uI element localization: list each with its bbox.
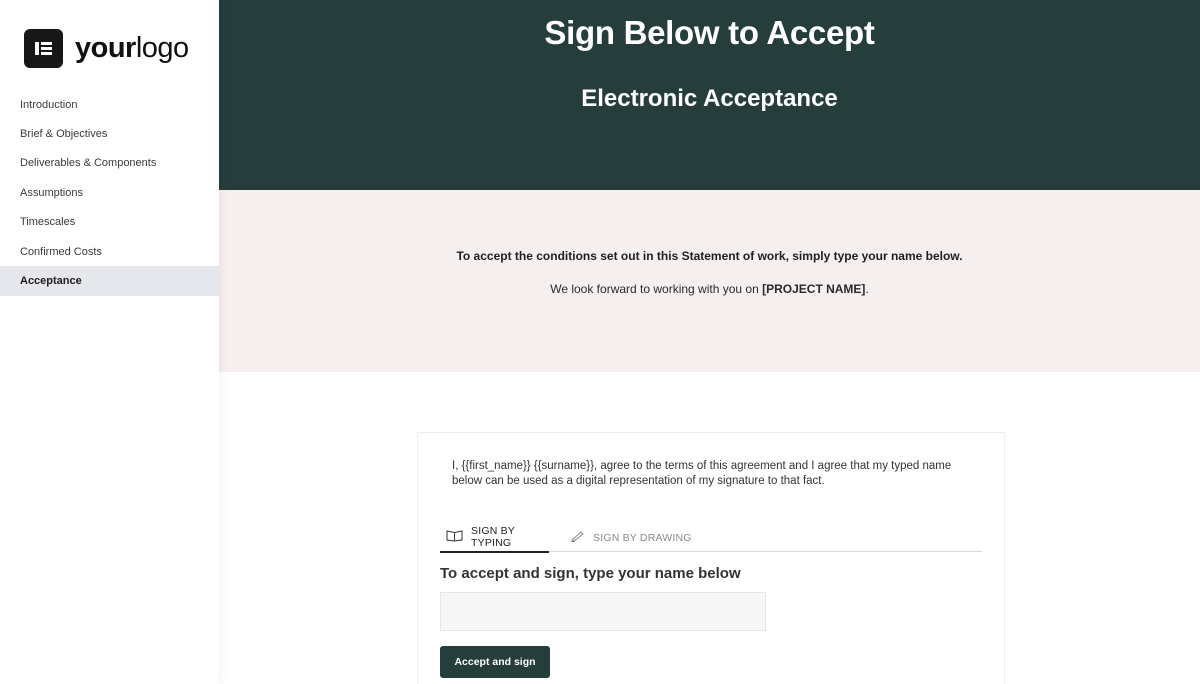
- sidebar-item-brief-objectives[interactable]: Brief & Objectives: [0, 119, 219, 148]
- logo-text-bold: your: [75, 31, 136, 64]
- intro-message: We look forward to working with you on […: [219, 282, 1200, 296]
- pen-icon: [570, 530, 585, 545]
- intro-message-suffix: .: [865, 282, 869, 296]
- sidebar-item-timescales[interactable]: Timescales: [0, 208, 219, 237]
- sidebar-nav: Introduction Brief & Objectives Delivera…: [0, 90, 219, 296]
- signature-tabs: SIGN BY TYPING SIGN BY DRAWING: [440, 523, 982, 553]
- logo-text: yourlogo: [75, 31, 189, 64]
- sidebar-item-confirmed-costs[interactable]: Confirmed Costs: [0, 237, 219, 266]
- accept-and-sign-button[interactable]: Accept and sign: [440, 646, 550, 678]
- type-name-label: To accept and sign, type your name below: [440, 565, 741, 582]
- logo-mark-icon: [24, 28, 63, 68]
- hero-section: Sign Below to Accept Electronic Acceptan…: [219, 0, 1200, 190]
- keyboard-icon: [446, 529, 463, 545]
- tab-sign-by-drawing-label: SIGN BY DRAWING: [593, 531, 692, 544]
- signature-card: I, {{first_name}} {{surname}}, agree to …: [417, 432, 1005, 684]
- tab-sign-by-typing-label: SIGN BY TYPING: [471, 525, 515, 549]
- logo-text-light: logo: [135, 31, 189, 64]
- main-content: Sign Below to Accept Electronic Acceptan…: [219, 0, 1200, 684]
- project-name: [PROJECT NAME]: [762, 282, 866, 296]
- sidebar-item-introduction[interactable]: Introduction: [0, 90, 219, 119]
- tab-sign-by-typing[interactable]: SIGN BY TYPING: [440, 523, 549, 553]
- page-subtitle: Electronic Acceptance: [581, 85, 838, 112]
- sidebar-item-deliverables-components[interactable]: Deliverables & Components: [0, 149, 219, 178]
- agreement-text: I, {{first_name}} {{surname}}, agree to …: [452, 460, 952, 487]
- sidebar-item-assumptions[interactable]: Assumptions: [0, 178, 219, 207]
- intro-section: To accept the conditions set out in this…: [219, 190, 1200, 372]
- intro-instruction: To accept the conditions set out in this…: [456, 249, 963, 263]
- page-title: Sign Below to Accept: [544, 14, 875, 51]
- logo[interactable]: yourlogo: [24, 28, 189, 68]
- tab-sign-by-drawing[interactable]: SIGN BY DRAWING: [570, 523, 692, 552]
- signature-name-input[interactable]: [440, 592, 766, 631]
- sidebar: yourlogo Introduction Brief & Objectives…: [0, 0, 219, 684]
- intro-message-prefix: We look forward to working with you on: [550, 282, 763, 296]
- sidebar-item-acceptance[interactable]: Acceptance: [0, 266, 219, 296]
